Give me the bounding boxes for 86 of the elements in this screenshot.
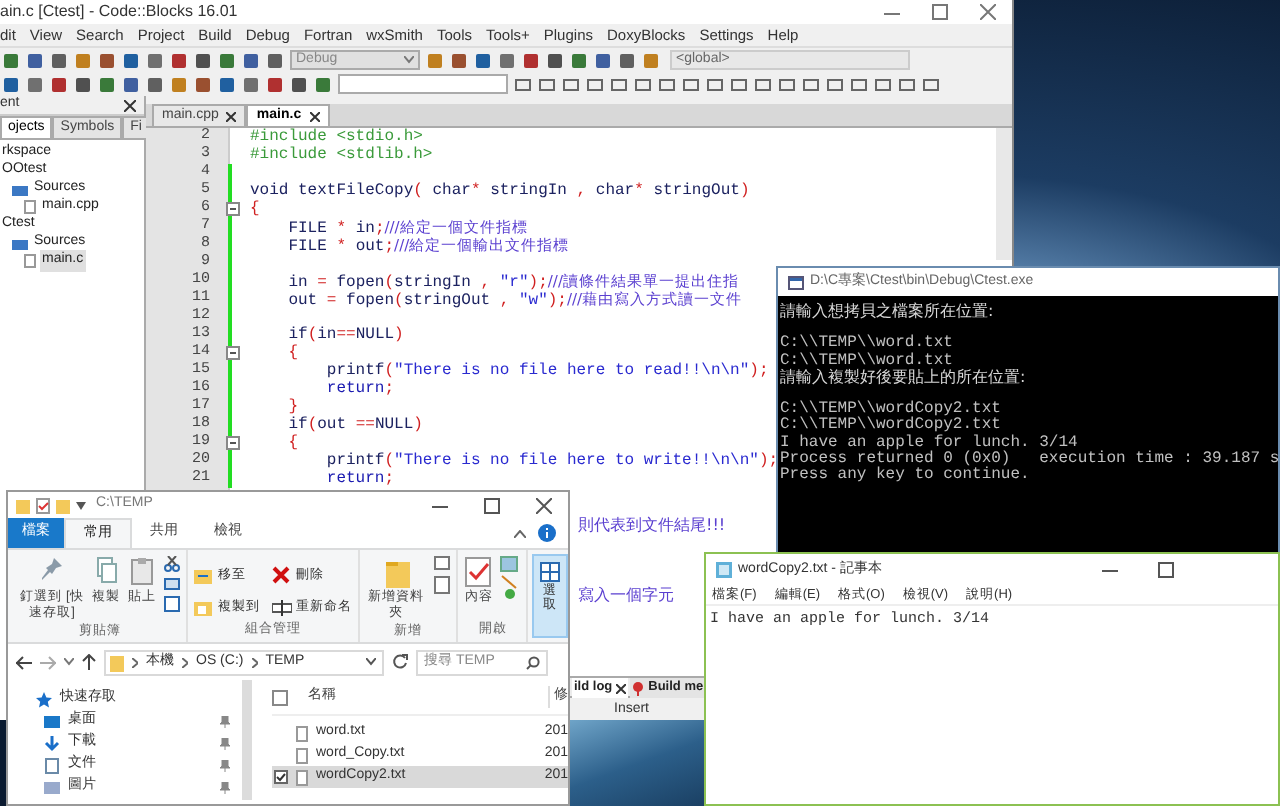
code-line: printf("There is no file here to read!!\n\n"); bbox=[324, 362, 769, 380]
maximize-icon[interactable] bbox=[484, 497, 500, 513]
close-icon[interactable] bbox=[124, 99, 136, 111]
checkbox[interactable] bbox=[272, 689, 288, 705]
console-line: C:\\TEMP\\word.txt bbox=[780, 353, 953, 370]
code-fragment: 則代表到文件結尾!!! bbox=[578, 514, 726, 538]
window-title: ain.c [Ctest] - Code::Blocks 16.01 bbox=[0, 0, 238, 24]
picture-icon bbox=[44, 779, 60, 795]
cut-icon[interactable] bbox=[164, 556, 180, 572]
folder-icon bbox=[381, 556, 410, 588]
pin-icon[interactable] bbox=[220, 737, 231, 749]
close-icon[interactable] bbox=[536, 497, 552, 513]
folder-icon bbox=[110, 653, 124, 671]
help-icon[interactable] bbox=[538, 524, 556, 542]
code-line: { bbox=[286, 344, 299, 362]
close-icon[interactable] bbox=[226, 111, 237, 121]
chevron-icon bbox=[132, 657, 138, 667]
code-line: { bbox=[248, 200, 260, 218]
close-icon[interactable] bbox=[309, 111, 320, 121]
dropdown-icon[interactable] bbox=[366, 658, 376, 666]
file-icon bbox=[24, 254, 36, 268]
console-icon bbox=[788, 275, 804, 289]
up-icon[interactable] bbox=[82, 654, 96, 670]
code-line: void textFileCopy( char* stringIn , char* stringOut) bbox=[248, 182, 750, 200]
desktop-icon bbox=[44, 713, 60, 729]
code-line: #include <stdlib.h> bbox=[248, 146, 433, 164]
collapse-icon[interactable] bbox=[514, 529, 526, 537]
grid-icon bbox=[540, 562, 561, 582]
water-wallpaper bbox=[570, 720, 710, 806]
paste-shortcut-icon[interactable] bbox=[164, 596, 180, 612]
dropdown-icon[interactable] bbox=[76, 501, 86, 509]
console-line: 請輸入複製好後要貼上的所在位置: bbox=[780, 369, 1028, 386]
scrollbar[interactable] bbox=[996, 128, 1012, 260]
console-line: C:\\TEMP\\word.txt bbox=[780, 336, 955, 353]
folder-icon bbox=[16, 497, 30, 513]
pin-icon bbox=[632, 681, 645, 695]
props-icon bbox=[464, 556, 493, 588]
star-icon bbox=[36, 691, 52, 707]
close-icon[interactable] bbox=[616, 683, 627, 693]
scrollbar[interactable] bbox=[242, 680, 252, 800]
chevron-icon bbox=[182, 657, 188, 667]
pin-icon[interactable] bbox=[220, 759, 231, 771]
chevron-icon bbox=[251, 657, 258, 667]
rename-icon bbox=[272, 597, 292, 617]
code-line: { bbox=[286, 434, 299, 452]
code-line: } bbox=[286, 398, 299, 416]
properties-icon[interactable] bbox=[36, 497, 50, 513]
folder-icon bbox=[12, 183, 28, 195]
search-icon bbox=[526, 655, 540, 669]
copyto-icon bbox=[194, 597, 214, 617]
console-line: C:\\TEMP\\wordCopy2.txt bbox=[780, 402, 1003, 419]
file-icon bbox=[24, 200, 36, 214]
dropdown-icon bbox=[404, 56, 414, 64]
download-icon bbox=[44, 735, 60, 751]
notepad-icon bbox=[716, 562, 732, 578]
move-icon bbox=[194, 565, 214, 585]
pin-icon[interactable] bbox=[220, 781, 231, 793]
refresh-icon[interactable] bbox=[392, 654, 408, 670]
search-field[interactable] bbox=[338, 74, 508, 94]
copy-path-icon[interactable] bbox=[164, 576, 180, 592]
paste-icon bbox=[128, 556, 156, 588]
delete-icon bbox=[272, 565, 292, 585]
fold-icon[interactable] bbox=[225, 436, 239, 450]
copy-icon bbox=[92, 556, 120, 588]
code-fragment: 寫入一個字元 bbox=[578, 584, 674, 608]
folder-icon bbox=[12, 237, 28, 249]
console-line: 請輸入想拷貝之檔案所在位置: bbox=[780, 304, 996, 321]
code-line: return; bbox=[324, 470, 395, 488]
document-icon bbox=[44, 757, 60, 773]
fold-icon[interactable] bbox=[225, 346, 239, 360]
code-line: return; bbox=[324, 380, 395, 398]
pin-icon[interactable] bbox=[220, 715, 231, 727]
maximize-icon[interactable] bbox=[932, 4, 948, 20]
code-line: #include <stdio.h> bbox=[248, 128, 423, 146]
console-line: I have an apple for lunch. 3/14 bbox=[780, 435, 1078, 451]
fold-icon[interactable] bbox=[225, 202, 239, 216]
code-line: if(out ==NULL) bbox=[286, 416, 423, 434]
code-line: if(in==NULL) bbox=[286, 326, 404, 344]
back-icon[interactable] bbox=[16, 655, 32, 669]
console-line: Press any key to continue. bbox=[780, 467, 1032, 485]
checkbox[interactable] bbox=[274, 770, 288, 784]
code-line: printf("There is no file here to write!!\n\n"); bbox=[324, 452, 779, 470]
console-line: C:\\TEMP\\wordCopy2.txt bbox=[780, 418, 1001, 435]
maximize-icon[interactable] bbox=[1158, 562, 1174, 578]
console-line: Process returned 0 (0x0) execution time : 39.187 s bbox=[780, 451, 1278, 468]
dropdown-icon[interactable] bbox=[64, 658, 74, 666]
